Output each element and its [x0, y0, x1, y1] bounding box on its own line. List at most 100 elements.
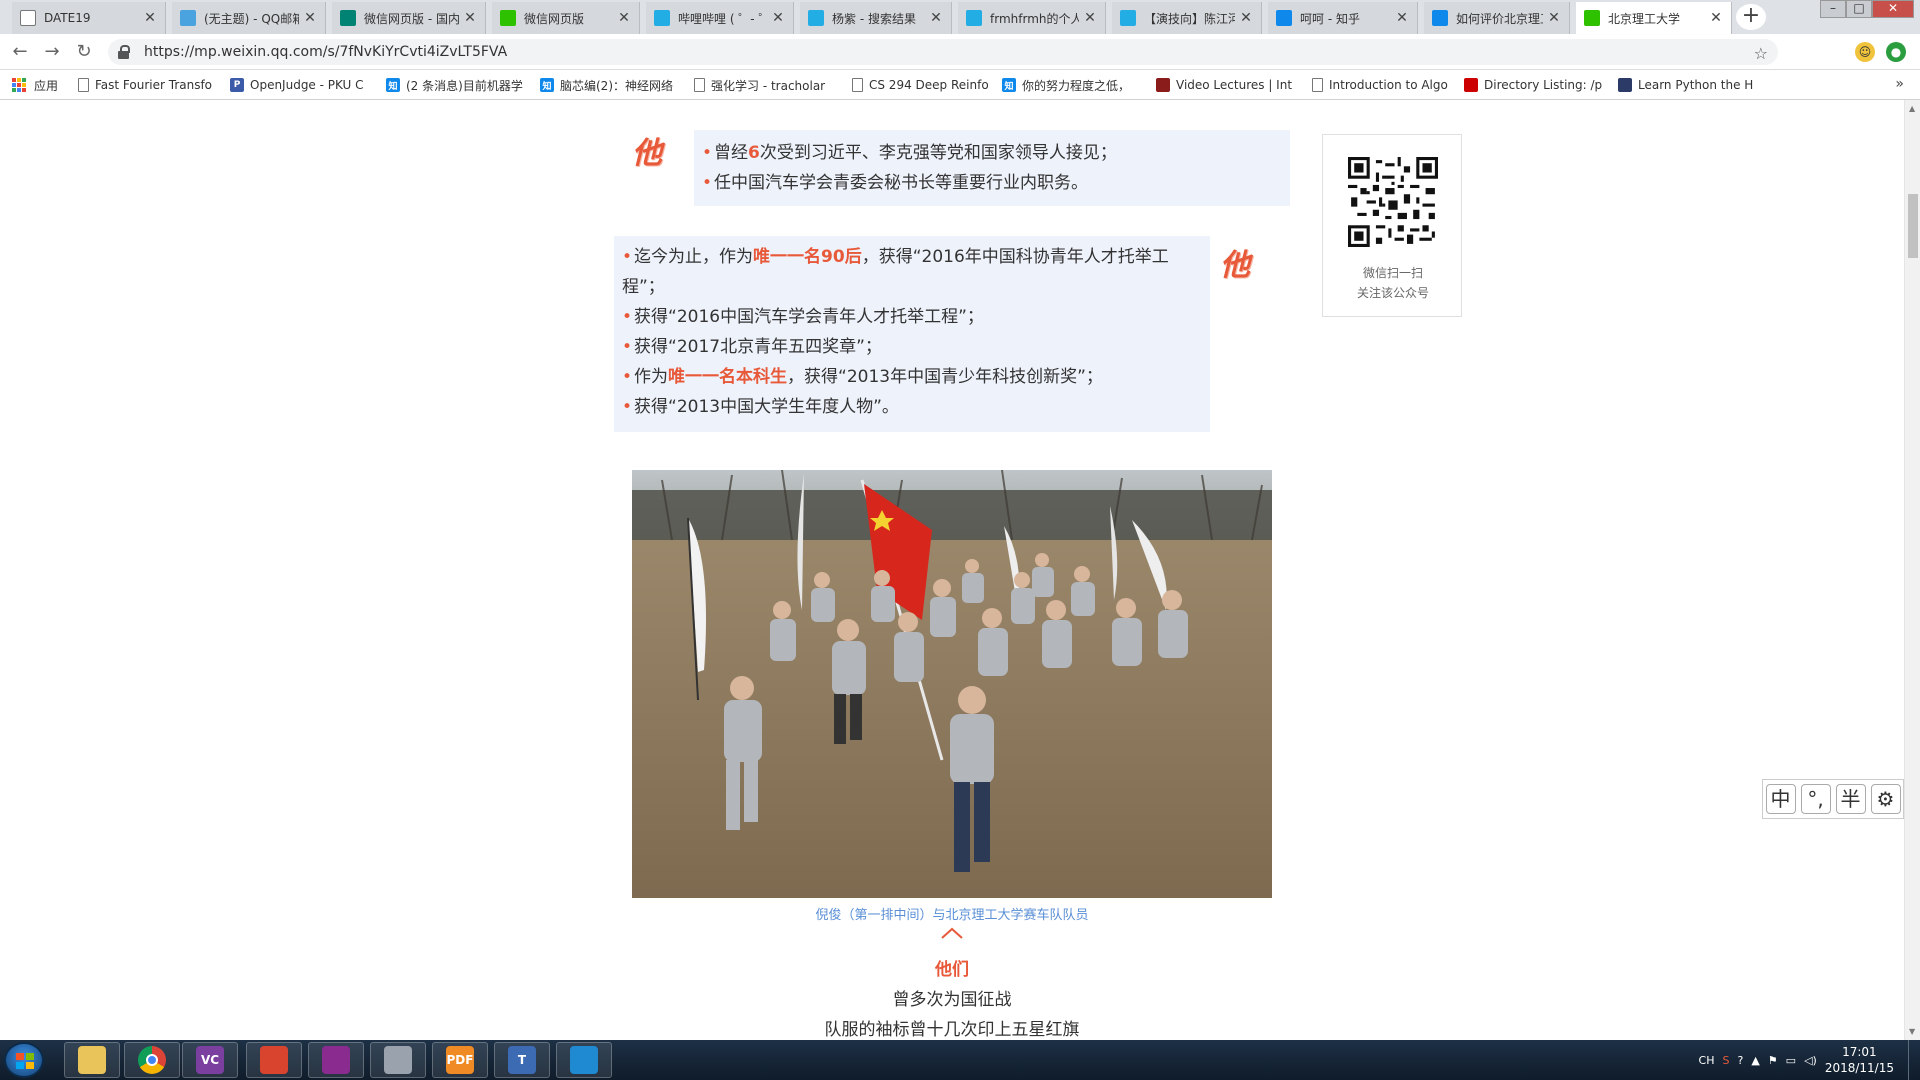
- tab-4[interactable]: 哔哩哔哩 ( ゜- ゜)つロ ✕: [646, 2, 794, 34]
- address-bar[interactable]: https://mp.weixin.qq.com/s/7fNvKiYrCvti4…: [108, 39, 1778, 65]
- article-line-1: 曾多次为国征战: [892, 990, 1012, 1010]
- bookmark-label: 脑芯编(2)：神经网络: [560, 78, 673, 93]
- bookmark-6[interactable]: CS 294 Deep Reinfo: [852, 76, 988, 94]
- bullet-icon: •: [622, 367, 633, 387]
- extension-green-icon[interactable]: ●: [1886, 42, 1906, 62]
- tab-6[interactable]: frmhfrmh的个人空间 ✕: [958, 2, 1106, 34]
- bookmark-10[interactable]: Directory Listing: /p: [1464, 76, 1602, 94]
- bookmark-1[interactable]: Fast Fourier Transfo: [78, 76, 214, 94]
- back-button[interactable]: ←: [8, 40, 32, 64]
- ime-punctuation-button[interactable]: °,: [1800, 784, 1831, 814]
- bookmark-5[interactable]: 强化学习 - tracholar: [694, 76, 834, 94]
- tab-label: 北京理工大学: [1608, 11, 1681, 26]
- taskbar-app-3[interactable]: [246, 1042, 302, 1078]
- taskbar-app-7[interactable]: T: [494, 1042, 550, 1078]
- sogou-icon[interactable]: S: [1722, 1054, 1729, 1067]
- taskbar-app-5[interactable]: [370, 1042, 426, 1078]
- clock[interactable]: 17:01 2018/11/15: [1825, 1044, 1894, 1076]
- bookmark-7[interactable]: 知你的努力程度之低，: [1002, 76, 1142, 94]
- action-center-icon[interactable]: ⚑: [1768, 1054, 1778, 1067]
- tab-8[interactable]: 呵呵 - 知乎 ✕: [1268, 2, 1418, 34]
- book-icon: [1618, 78, 1632, 92]
- bookmark-9[interactable]: Introduction to Algo: [1312, 76, 1448, 94]
- tab-label: 如何评价北京理工: [1456, 11, 1543, 26]
- bookmark-2[interactable]: P OpenJudge - PKU C: [230, 76, 372, 94]
- ime-settings-icon[interactable]: ⚙: [1870, 784, 1901, 814]
- language-indicator[interactable]: CH: [1699, 1054, 1715, 1067]
- winrar-icon: [322, 1046, 350, 1074]
- minimize-button[interactable]: –: [1820, 0, 1846, 18]
- tab-close-icon[interactable]: ✕: [1083, 10, 1097, 26]
- page-scrollbar[interactable]: ▲ ▼: [1904, 100, 1920, 1040]
- tab-close-icon[interactable]: ✕: [463, 10, 477, 26]
- extension-emoji-icon[interactable]: ☺: [1855, 42, 1875, 62]
- body-text: 曾经: [714, 143, 749, 163]
- new-tab-button[interactable]: +: [1736, 4, 1766, 30]
- windows-logo-icon: [16, 1053, 34, 1069]
- tab-label: DATE19: [44, 11, 91, 25]
- ime-half-width-button[interactable]: 半: [1835, 784, 1866, 814]
- taskbar-app-2[interactable]: VC: [182, 1042, 238, 1078]
- ta-heading-2: 他: [1220, 248, 1250, 283]
- bookmark-0[interactable]: 应用: [12, 76, 64, 94]
- bullet-icon: •: [622, 307, 633, 327]
- close-window-button[interactable]: ✕: [1872, 0, 1914, 18]
- taskbar-app-4[interactable]: [308, 1042, 364, 1078]
- taskbar-app-1[interactable]: [124, 1042, 180, 1078]
- tab-close-icon[interactable]: ✕: [1239, 10, 1253, 26]
- tab-close-icon[interactable]: ✕: [1547, 10, 1561, 26]
- tray-expand-icon[interactable]: ▲: [1751, 1054, 1759, 1067]
- body-text: 次受到习近平、李克强等党和国家领导人接见；: [759, 143, 1117, 163]
- tab-5[interactable]: 杨紫 - 搜索结果 ✕: [800, 2, 952, 34]
- scroll-thumb[interactable]: [1908, 194, 1918, 258]
- tab-close-icon[interactable]: ✕: [1395, 10, 1409, 26]
- tab-10[interactable]: 北京理工大学 ✕: [1576, 2, 1732, 34]
- tab-close-icon[interactable]: ✕: [143, 10, 157, 26]
- tab-label: 呵呵 - 知乎: [1300, 11, 1360, 26]
- body-text: 迄今为止，作为: [634, 247, 754, 267]
- tab-close-icon[interactable]: ✕: [617, 10, 631, 26]
- qr-code-icon: [1348, 157, 1438, 247]
- system-tray: CH S ? ▲ ⚑ ▭ ◁) 17:01 2018/11/15: [1699, 1040, 1920, 1080]
- doc-icon: [20, 10, 36, 26]
- start-button[interactable]: [4, 1042, 44, 1078]
- scroll-down-icon[interactable]: ▼: [1909, 1027, 1915, 1036]
- reload-button[interactable]: ↻: [72, 40, 96, 64]
- tab-close-icon[interactable]: ✕: [771, 10, 785, 26]
- team-photo-image: [632, 470, 1272, 898]
- texmaker-icon: T: [508, 1046, 536, 1074]
- tab-2[interactable]: 微信网页版 - 国内 ✕: [332, 2, 486, 34]
- ta-heading-1: 他: [632, 136, 662, 171]
- scroll-up-icon[interactable]: ▲: [1909, 104, 1915, 113]
- tab-7[interactable]: 【演技向】陈江河 ✕: [1112, 2, 1262, 34]
- caret-up-icon: [941, 927, 963, 939]
- tab-9[interactable]: 如何评价北京理工 ✕: [1424, 2, 1570, 34]
- help-icon[interactable]: ?: [1737, 1054, 1743, 1067]
- tab-1[interactable]: (无主题) - QQ邮箱 ✕: [172, 2, 326, 34]
- poj-icon: P: [230, 78, 244, 92]
- bookmark-3[interactable]: 知 (2 条消息)目前机器学: [386, 76, 526, 94]
- volume-icon[interactable]: ◁): [1804, 1054, 1817, 1067]
- bookmark-4[interactable]: 知脑芯编(2)：神经网络: [540, 76, 680, 94]
- ime-chinese-mode-button[interactable]: 中: [1765, 784, 1796, 814]
- ime-toolbar: 中 °, 半 ⚙: [1762, 779, 1904, 819]
- tab-0[interactable]: DATE19 ✕: [12, 2, 166, 34]
- show-desktop-button[interactable]: [1908, 1040, 1920, 1080]
- lock-icon: [118, 45, 130, 59]
- taskbar-app-6[interactable]: PDF: [432, 1042, 488, 1078]
- taskbar-app-0[interactable]: [64, 1042, 120, 1078]
- tab-3[interactable]: 微信网页版 ✕: [492, 2, 640, 34]
- bookmark-8[interactable]: Video Lectures | Int: [1156, 76, 1296, 94]
- tab-close-icon[interactable]: ✕: [929, 10, 943, 26]
- chrome-center-icon: [146, 1054, 158, 1066]
- tab-close-icon[interactable]: ✕: [303, 10, 317, 26]
- taskbar-app-8[interactable]: [556, 1042, 612, 1078]
- tab-close-icon[interactable]: ✕: [1709, 10, 1723, 26]
- maximize-button[interactable]: □: [1846, 0, 1872, 18]
- forward-button[interactable]: →: [40, 40, 64, 64]
- bookmark-label: 应用: [34, 78, 59, 93]
- bookmarks-more-button[interactable]: »: [1895, 76, 1904, 92]
- bookmark-11[interactable]: Learn Python the H: [1618, 76, 1758, 94]
- bookmark-star-icon[interactable]: ☆: [1754, 44, 1768, 63]
- network-icon[interactable]: ▭: [1786, 1054, 1796, 1067]
